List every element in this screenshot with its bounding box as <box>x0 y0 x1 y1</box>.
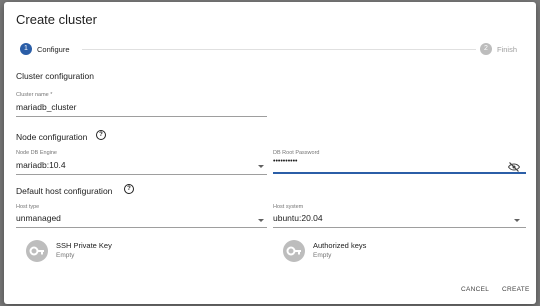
step-1-indicator: 1 <box>20 43 32 55</box>
node-engine-label: Node DB Engine <box>16 150 57 156</box>
host-config-heading: Default host configuration <box>16 186 113 196</box>
step-2-indicator: 2 <box>480 43 492 55</box>
cluster-name-label: Cluster name * <box>16 92 53 98</box>
chevron-down-icon[interactable] <box>258 165 264 168</box>
dialog-title: Create cluster <box>16 12 97 27</box>
node-config-heading: Node configuration <box>16 132 88 142</box>
key-icon <box>29 246 44 256</box>
stepper-connector <box>82 49 476 50</box>
cancel-button[interactable]: CANCEL <box>461 286 489 293</box>
db-root-password-underline <box>273 172 526 174</box>
cluster-name-underline <box>16 116 267 117</box>
chevron-down-icon[interactable] <box>514 219 520 222</box>
node-config-help-icon[interactable]: ? <box>96 130 106 140</box>
authorized-keys-avatar[interactable] <box>283 240 305 262</box>
host-type-underline <box>16 227 267 228</box>
db-root-password-label: DB Root Password <box>273 150 320 156</box>
step-1-label: Configure <box>37 45 70 54</box>
create-cluster-dialog: Create cluster 1 Configure 2 Finish Clus… <box>4 2 536 304</box>
db-root-password-input[interactable]: •••••••••• <box>273 158 298 165</box>
ssh-key-avatar[interactable] <box>26 240 48 262</box>
host-type-label: Host type <box>16 204 40 210</box>
host-type-select[interactable]: unmanaged <box>16 213 61 223</box>
key-icon <box>286 246 301 256</box>
create-button[interactable]: CREATE <box>502 286 530 293</box>
node-engine-select[interactable]: mariadb:10.4 <box>16 160 66 170</box>
chevron-down-icon[interactable] <box>258 219 264 222</box>
step-2-label: Finish <box>497 45 518 54</box>
cluster-config-heading: Cluster configuration <box>16 71 94 81</box>
node-engine-underline <box>16 174 267 175</box>
authorized-keys-status: Empty <box>313 252 332 259</box>
ssh-key-name: SSH Private Key <box>56 241 112 250</box>
host-config-help-icon[interactable]: ? <box>124 184 134 194</box>
cluster-name-input[interactable]: mariadb_cluster <box>16 102 76 112</box>
ssh-key-status: Empty <box>56 252 75 259</box>
authorized-keys-name: Authorized keys <box>313 241 367 250</box>
visibility-off-icon[interactable] <box>507 159 521 177</box>
host-system-underline <box>273 227 526 228</box>
host-system-label: Host system <box>273 204 304 210</box>
host-system-select[interactable]: ubuntu:20.04 <box>273 213 323 223</box>
